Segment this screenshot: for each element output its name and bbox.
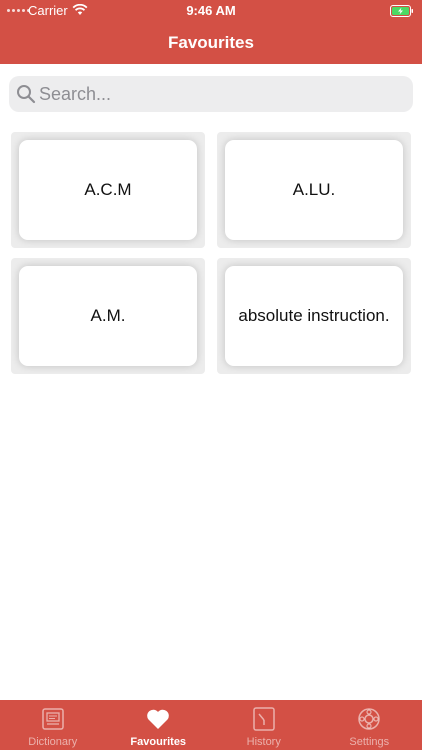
favourite-card-wrapper: A.C.M	[11, 132, 205, 248]
favourite-card[interactable]: A.C.M	[19, 140, 197, 240]
status-bar: Carrier 9:46 AM	[0, 0, 422, 22]
favourite-term: A.LU.	[292, 180, 336, 199]
tab-label: Dictionary	[28, 736, 78, 748]
favourite-term: A.M.	[90, 306, 126, 325]
search-bar[interactable]	[9, 76, 413, 112]
tab-dictionary[interactable]: Dictionary	[0, 700, 106, 750]
tab-favourites[interactable]: Favourites	[106, 700, 212, 750]
status-time: 9:46 AM	[186, 3, 236, 18]
search-input[interactable]	[39, 76, 399, 112]
favourite-card-wrapper: absolute instruction.	[217, 258, 411, 374]
tab-label: History	[246, 736, 281, 748]
favourite-card[interactable]: absolute instruction.	[225, 266, 403, 366]
favourite-card-wrapper: A.LU.	[217, 132, 411, 248]
navigation-bar: Carrier 9:46 AM Favourites	[0, 0, 422, 64]
tab-label: Settings	[349, 736, 390, 748]
favourite-card-wrapper: A.M.	[11, 258, 205, 374]
tab-label: Favourites	[130, 736, 187, 748]
search-icon	[17, 85, 36, 104]
dictionary-icon	[42, 708, 64, 730]
settings-icon	[358, 708, 380, 730]
favourite-card[interactable]: A.LU.	[225, 140, 403, 240]
heart-icon	[147, 709, 170, 729]
tab-bar: Dictionary Favourites History Settings	[0, 700, 422, 750]
favourite-term: A.C.M	[84, 180, 132, 199]
history-icon	[253, 707, 275, 731]
page-title: Favourites	[168, 33, 254, 52]
tab-settings[interactable]: Settings	[317, 700, 422, 750]
favourite-card[interactable]: A.M.	[19, 266, 197, 366]
tab-history[interactable]: History	[211, 700, 317, 750]
battery-icon	[390, 5, 413, 17]
favourite-term: absolute instruction.	[238, 306, 390, 325]
